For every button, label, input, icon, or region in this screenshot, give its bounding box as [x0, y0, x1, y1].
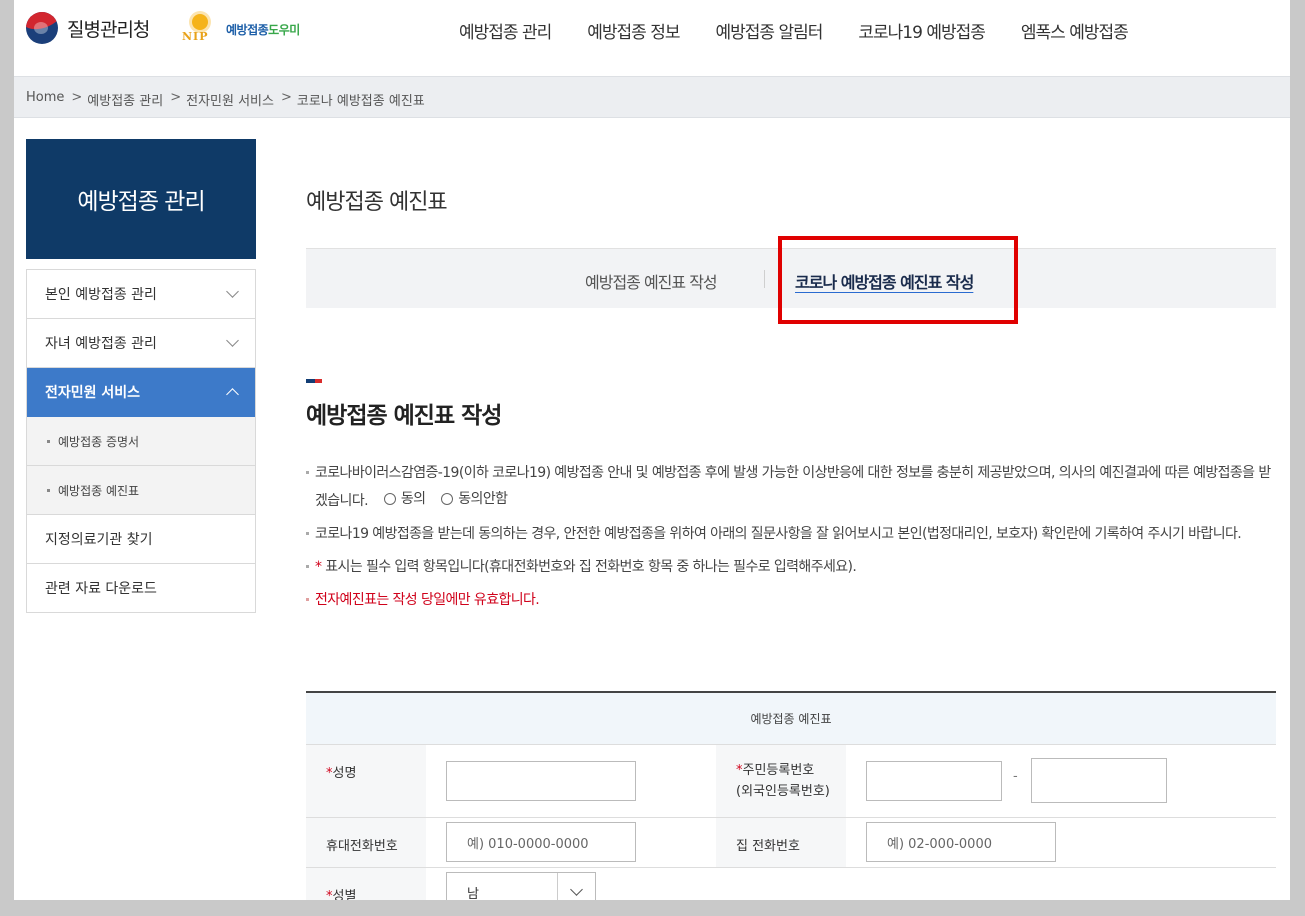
breadcrumb: Home > 예방접종 관리 > 전자민원 서비스 > 코로나 예방접종 예진표	[26, 90, 425, 109]
name-label: *성명	[306, 745, 426, 817]
name-cell	[426, 745, 716, 817]
tab-divider	[764, 270, 765, 288]
name-input[interactable]	[446, 761, 636, 801]
mobile-cell: 예) 010-0000-0000	[426, 818, 716, 867]
mobile-input[interactable]: 예) 010-0000-0000	[446, 822, 636, 862]
breadcrumb-item[interactable]: 전자민원 서비스	[186, 90, 274, 109]
breadcrumb-separator: >	[71, 90, 83, 105]
kdca-logo[interactable]: 질병관리청	[26, 12, 150, 44]
rrn-label: *주민등록번호 (외국인등록번호)	[716, 745, 846, 817]
breadcrumb-home[interactable]: Home	[26, 90, 64, 109]
site-header: 질병관리청 NIP 예방접종도우미 예방접종 관리 예방접종 정보 예방접종 알…	[14, 0, 1290, 76]
gender-cell: 남	[426, 868, 716, 900]
form-row-phone: 휴대전화번호 예) 010-0000-0000 집 전화번호 예) 02-000…	[306, 818, 1276, 868]
sidebar-item-e-civil-service[interactable]: 전자민원 서비스	[27, 368, 255, 417]
breadcrumb-bar: Home > 예방접종 관리 > 전자민원 서비스 > 코로나 예방접종 예진표	[14, 76, 1290, 118]
nip-sun-icon: NIP	[180, 12, 220, 46]
chevron-up-icon	[226, 388, 239, 401]
rrn-cell: -	[846, 745, 1276, 817]
breadcrumb-separator: >	[280, 90, 292, 105]
nav-vaccination-management[interactable]: 예방접종 관리	[459, 18, 552, 43]
highlight-annotation-box	[778, 236, 1018, 324]
notice-list: 코로나바이러스감염증-19(이하 코로나19) 예방접종 안내 및 예방접종 후…	[306, 460, 1276, 613]
chevron-down-icon	[226, 285, 239, 298]
radio-circle-icon	[383, 493, 396, 505]
helper-logo-text: 예방접종도우미	[226, 22, 300, 37]
sidebar-subitem-prescreening[interactable]: 예방접종 예진표	[27, 466, 255, 515]
vaccination-helper-logo[interactable]: NIP 예방접종도우미	[180, 12, 300, 46]
sidebar-item-label: 전자민원 서비스	[45, 385, 141, 401]
agency-name: 질병관리청	[67, 18, 150, 41]
bullet-icon	[47, 488, 50, 492]
mobile-label: 휴대전화번호	[306, 818, 426, 867]
nav-covid19-vaccination[interactable]: 코로나19 예방접종	[858, 18, 986, 43]
section-marker	[306, 379, 322, 383]
page-title: 예방접종 예진표	[306, 190, 448, 215]
section-title: 예방접종 예진표 작성	[306, 403, 502, 429]
validity-notice: 전자예진표는 작성 당일에만 유효합니다.	[306, 587, 1276, 613]
sidebar-item-my-vaccination[interactable]: 본인 예방접종 관리	[27, 270, 255, 319]
consent-notice: 코로나바이러스감염증-19(이하 코로나19) 예방접종 안내 및 예방접종 후…	[306, 460, 1276, 514]
radio-circle-icon	[441, 493, 454, 505]
sidebar-subitem-label: 예방접종 증명서	[58, 434, 140, 449]
sidebar-subitem-certificate[interactable]: 예방접종 증명서	[27, 417, 255, 466]
sidebar-menu: 본인 예방접종 관리 자녀 예방접종 관리 전자민원 서비스 예방접종 증명서 …	[26, 269, 256, 613]
gender-label: *성별	[306, 868, 426, 900]
sidebar-item-downloads[interactable]: 관련 자료 다운로드	[27, 564, 255, 613]
home-phone-cell: 예) 02-000-0000	[846, 818, 1276, 867]
sidebar-item-label: 관련 자료 다운로드	[45, 581, 157, 597]
breadcrumb-separator: >	[170, 90, 182, 105]
gender-select-value: 남	[467, 886, 479, 901]
page-frame: 질병관리청 NIP 예방접종도우미 예방접종 관리 예방접종 정보 예방접종 알…	[14, 0, 1290, 900]
breadcrumb-current: 코로나 예방접종 예진표	[296, 94, 425, 109]
main-nav: 예방접종 관리 예방접종 정보 예방접종 알림터 코로나19 예방접종 엠폭스 …	[459, 18, 1164, 43]
sidebar-title: 예방접종 관리	[26, 139, 256, 259]
home-phone-input[interactable]: 예) 02-000-0000	[866, 822, 1056, 862]
nav-vaccination-notice[interactable]: 예방접종 알림터	[716, 18, 824, 43]
nav-mpox-vaccination[interactable]: 엠폭스 예방접종	[1021, 18, 1129, 43]
sidebar-item-label: 본인 예방접종 관리	[45, 287, 157, 303]
rrn-front-input[interactable]	[866, 761, 1002, 801]
gender-select[interactable]: 남	[446, 872, 596, 900]
sidebar-item-label: 자녀 예방접종 관리	[45, 336, 157, 352]
breadcrumb-item[interactable]: 예방접종 관리	[87, 90, 163, 109]
select-arrow	[557, 873, 595, 900]
form-caption: 예방접종 예진표	[306, 693, 1276, 745]
form-row-name-rrn: *성명 *주민등록번호 (외국인등록번호) -	[306, 745, 1276, 818]
chevron-down-icon	[570, 883, 583, 896]
sidebar-subitem-label: 예방접종 예진표	[58, 483, 140, 498]
instruction-notice: 코로나19 예방접종을 받는데 동의하는 경우, 안전한 예방접종을 위하여 아…	[306, 521, 1276, 547]
sidebar-item-find-clinic[interactable]: 지정의료기관 찾기	[27, 515, 255, 564]
sidebar-item-child-vaccination[interactable]: 자녀 예방접종 관리	[27, 319, 255, 368]
rrn-back-input[interactable]	[1031, 758, 1167, 803]
tab-prescreening-form[interactable]: 예방접종 예진표 작성	[585, 269, 718, 293]
rrn-separator: -	[1013, 769, 1018, 784]
kdca-emblem-icon	[26, 12, 58, 44]
chevron-down-icon	[226, 334, 239, 347]
agree-radio[interactable]: 동의	[383, 486, 426, 512]
sidebar-item-label: 지정의료기관 찾기	[45, 532, 153, 548]
bullet-icon	[47, 439, 50, 443]
nav-vaccination-info[interactable]: 예방접종 정보	[587, 18, 680, 43]
form-row-gender: *성별 남	[306, 868, 1276, 900]
prescreening-form-table: 예방접종 예진표 *성명 *주민등록번호 (외국인등록번호) - 휴대전화번호 …	[306, 691, 1276, 900]
required-field-notice: * 표시는 필수 입력 항목입니다(휴대전화번호와 집 전화번호 항목 중 하나…	[306, 554, 1276, 580]
home-phone-label: 집 전화번호	[716, 818, 846, 867]
disagree-radio[interactable]: 동의안함	[441, 486, 508, 512]
